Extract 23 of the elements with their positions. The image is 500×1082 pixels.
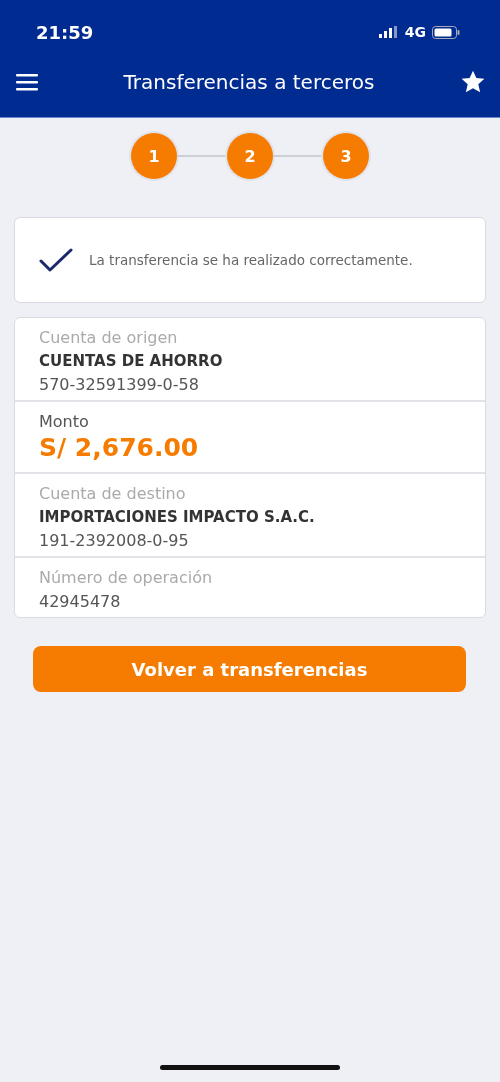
status-time: 21:59 bbox=[36, 21, 94, 43]
account-name: CUENTAS DE AHORRO bbox=[39, 352, 223, 370]
step-indicator: 3 bbox=[323, 133, 369, 179]
field-label: Cuenta de destino bbox=[39, 484, 186, 503]
success-message: La transferencia se ha realizado correctamente. bbox=[89, 252, 413, 268]
account-name: IMPORTACIONES IMPACTO S.A.C. bbox=[39, 508, 315, 526]
account-value: 42945478 bbox=[39, 592, 121, 611]
step-indicator: 1 bbox=[131, 133, 177, 179]
amount-value: S/ 2,676.00 bbox=[39, 433, 199, 462]
checkmark-icon bbox=[39, 247, 73, 273]
favorite-button[interactable] bbox=[460, 69, 486, 95]
menu-button[interactable] bbox=[16, 73, 38, 91]
network-label: 4G bbox=[404, 24, 426, 40]
back-to-transfers-button[interactable]: Volver a transferencias bbox=[33, 646, 466, 692]
account-value: 191-2392008-0-95 bbox=[39, 531, 189, 550]
field-label: Monto bbox=[39, 412, 89, 431]
signal-icon bbox=[378, 26, 399, 38]
battery-icon bbox=[432, 25, 460, 39]
field-label: Cuenta de origen bbox=[39, 328, 178, 347]
step-indicator: 2 bbox=[227, 133, 273, 179]
field-label: Número de operación bbox=[39, 568, 213, 587]
account-value: 570-32591399-0-58 bbox=[39, 375, 199, 394]
screen-title: Transferencias a terceros bbox=[123, 70, 375, 94]
